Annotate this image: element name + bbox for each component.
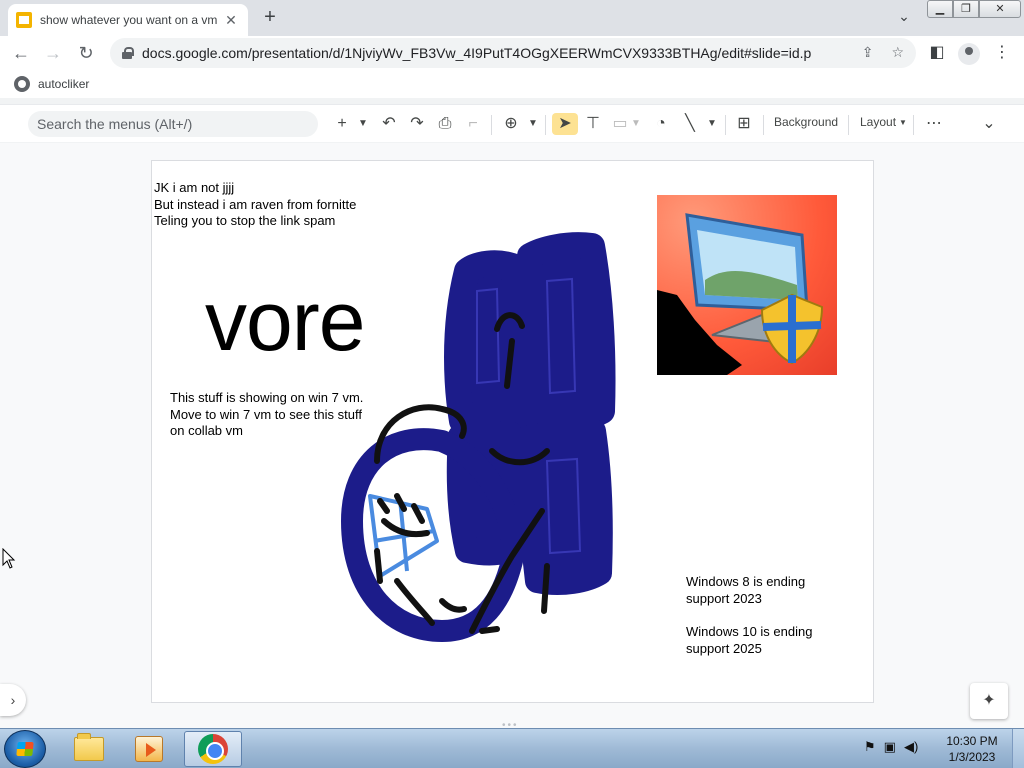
slides-toolbar: Search the menus (Alt+/) + ▼ ↶ ↷ ⎙ ⌐ ⊕ ▼…	[0, 104, 1024, 142]
taskbar-explorer[interactable]	[60, 731, 118, 767]
taskbar-media-player[interactable]	[120, 731, 178, 767]
window-controls: ▁ ❐ ✕	[927, 0, 1021, 20]
tab-title: show whatever you want on a vm	[40, 13, 218, 27]
clock-date: 1/3/2023	[948, 750, 996, 764]
taskbar-chrome[interactable]	[184, 731, 242, 767]
collapse-icon[interactable]: ⌄	[977, 113, 1001, 135]
forward-icon[interactable]: →	[41, 41, 65, 65]
flag-icon[interactable]: ⚑	[864, 739, 876, 755]
back-icon[interactable]: ←	[9, 41, 33, 65]
media-player-icon	[135, 736, 163, 762]
comment-icon[interactable]: ⊞	[733, 113, 755, 135]
network-icon[interactable]: ▣	[884, 739, 896, 755]
system-tray: ⚑ ▣ ◀)	[864, 739, 918, 755]
new-tab-button[interactable]: +	[258, 6, 282, 30]
start-orb-icon[interactable]	[4, 730, 46, 768]
star-icon[interactable]: ☆	[891, 44, 904, 61]
layout-button[interactable]: Layout	[860, 115, 896, 129]
divider	[763, 115, 764, 135]
filmstrip-toggle-icon[interactable]: ›	[0, 684, 26, 716]
select-icon[interactable]: ➤	[552, 113, 578, 135]
zoom-dropdown-icon[interactable]: ▼	[526, 113, 540, 135]
divider	[848, 115, 849, 135]
add-icon[interactable]: +	[333, 113, 351, 135]
browser-toolbar: ← → ↻ docs.google.com/presentation/d/1Nj…	[0, 36, 1024, 70]
more-icon[interactable]: ⋯	[922, 113, 946, 135]
slides-favicon-icon	[16, 12, 32, 28]
layout-dropdown-icon[interactable]: ▼	[899, 118, 907, 127]
security-center-image[interactable]	[657, 195, 837, 375]
bookmarks-bar: autocliker	[0, 70, 1024, 98]
tab-active[interactable]: show whatever you want on a vm ✕	[8, 4, 248, 36]
mouse-cursor-icon	[2, 548, 16, 569]
minimize-icon[interactable]: ▁	[927, 0, 953, 18]
volume-icon[interactable]: ◀)	[904, 739, 918, 755]
lock-icon[interactable]	[122, 47, 134, 59]
image-icon[interactable]: ▭	[610, 113, 630, 135]
menu-search-input[interactable]: Search the menus (Alt+/)	[28, 111, 318, 137]
chrome-icon	[198, 734, 228, 764]
undo-icon[interactable]: ↶	[378, 113, 400, 135]
line-dropdown-icon[interactable]: ▼	[705, 113, 719, 135]
paint-format-icon[interactable]: ⌐	[462, 113, 484, 135]
divider	[913, 115, 914, 135]
tab-close-icon[interactable]: ✕	[222, 12, 240, 29]
tab-strip: show whatever you want on a vm ✕ + ⌄ ▁ ❐…	[0, 0, 1024, 36]
security-center-icon	[657, 213, 824, 375]
profile-icon[interactable]	[958, 43, 980, 65]
menu-icon[interactable]: ⋮	[990, 41, 1014, 65]
textbox-icon[interactable]: ⊤	[582, 113, 604, 135]
add-dropdown-icon[interactable]: ▼	[356, 113, 370, 135]
print-icon[interactable]: ⎙	[434, 113, 456, 135]
window-close-icon[interactable]: ✕	[979, 0, 1021, 18]
globe-icon	[14, 76, 30, 92]
zoom-icon[interactable]: ⊕	[500, 113, 522, 135]
address-bar[interactable]: docs.google.com/presentation/d/1NjviyWv_…	[110, 38, 916, 68]
background-button[interactable]: Background	[774, 115, 838, 129]
show-desktop-button[interactable]	[1012, 729, 1024, 768]
taskbar: ⚑ ▣ ◀) 10:30 PM 1/3/2023	[0, 728, 1024, 768]
divider	[491, 115, 492, 135]
url-text[interactable]: docs.google.com/presentation/d/1NjviyWv_…	[142, 45, 811, 61]
slide[interactable]: JK i am not jjjj But instead i am raven …	[151, 160, 874, 703]
restore-icon[interactable]: ❐	[953, 0, 979, 18]
image-dropdown-icon[interactable]: ▼	[630, 113, 642, 135]
clock[interactable]: 10:30 PM 1/3/2023	[940, 733, 1004, 765]
editor-canvas[interactable]: JK i am not jjjj But instead i am raven …	[0, 143, 1024, 731]
share-icon[interactable]: ⇪	[862, 44, 874, 61]
reload-icon[interactable]: ↻	[74, 41, 98, 65]
clock-time: 10:30 PM	[946, 734, 998, 748]
line-icon[interactable]: ╲	[679, 113, 701, 135]
divider	[545, 115, 546, 135]
explore-icon[interactable]: ✦	[970, 683, 1008, 719]
redo-icon[interactable]: ↷	[406, 113, 428, 135]
sidepanel-icon[interactable]: ◧	[925, 41, 949, 65]
tab-search-icon[interactable]: ⌄	[893, 8, 915, 26]
bookmark-autocliker[interactable]: autocliker	[38, 77, 89, 91]
shape-icon[interactable]: ◔	[650, 113, 672, 135]
divider	[725, 115, 726, 135]
folder-icon	[74, 733, 104, 761]
